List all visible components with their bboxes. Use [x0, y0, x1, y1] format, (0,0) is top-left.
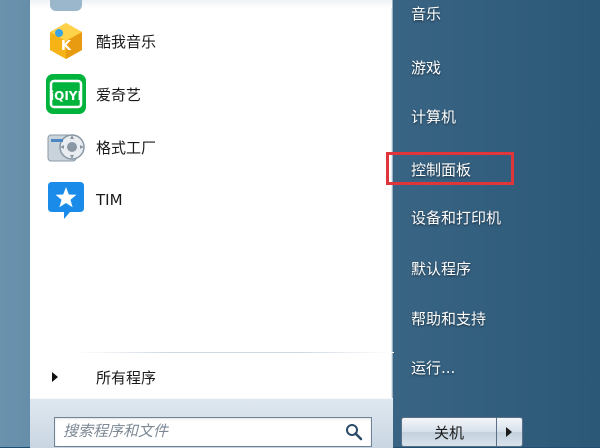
menu-item-label: 默认程序	[411, 259, 472, 278]
program-label: 酷我音乐	[96, 32, 157, 51]
menu-item-help-support[interactable]: 帮助和支持	[400, 302, 600, 334]
control-panel-highlight-box	[386, 152, 514, 185]
all-programs-label: 所有程序	[96, 368, 157, 387]
arrow-right-icon	[506, 427, 512, 437]
program-label: 爱奇艺	[96, 85, 142, 104]
program-label: 格式工厂	[96, 138, 157, 157]
pane-divider	[74, 352, 394, 353]
svg-text:K: K	[61, 39, 72, 54]
menu-item-label: 音乐	[411, 4, 442, 23]
menu-item-computer[interactable]: 计算机	[400, 100, 600, 132]
menu-item-label: 运行...	[411, 358, 456, 377]
search-icon[interactable]	[345, 423, 363, 441]
iqiyi-icon: iQIYI	[46, 74, 86, 114]
program-item-iqiyi[interactable]: iQIYI 爱奇艺	[44, 69, 374, 119]
program-item-kuwo[interactable]: K 酷我音乐	[44, 16, 374, 66]
menu-item-default-programs[interactable]: 默认程序	[400, 252, 600, 284]
menu-item-run[interactable]: 运行...	[400, 351, 600, 383]
menu-item-label: 设备和打印机	[411, 208, 502, 227]
search-area	[30, 398, 393, 448]
menu-item-music[interactable]: 音乐	[400, 0, 600, 29]
program-item-format-factory[interactable]: 格式工厂	[44, 122, 374, 172]
app-icon	[50, 0, 82, 11]
tim-icon	[48, 182, 84, 219]
kuwo-music-icon: K	[50, 23, 82, 59]
search-box[interactable]	[54, 417, 372, 447]
shutdown-options-button[interactable]	[497, 417, 523, 447]
program-item-tim[interactable]: TIM	[44, 175, 374, 225]
shutdown-button[interactable]: 关机	[401, 417, 497, 447]
menu-item-label: 帮助和支持	[411, 309, 487, 328]
menu-item-games[interactable]: 游戏	[400, 51, 600, 83]
svg-text:iQIYI: iQIYI	[50, 89, 82, 103]
arrow-right-icon	[52, 372, 58, 382]
start-menu: K 酷我音乐 iQIYI 爱奇艺 格式工厂 TIM 所有程序 搜索程序和文件 音…	[0, 0, 600, 448]
all-programs-button[interactable]: 所有程序	[44, 362, 374, 392]
format-factory-icon	[47, 134, 85, 162]
menu-item-label: 游戏	[411, 58, 442, 77]
menu-item-devices-printers[interactable]: 设备和打印机	[400, 201, 600, 233]
shutdown-group: 关机	[401, 417, 526, 447]
search-input[interactable]	[63, 421, 333, 441]
menu-item-label: 计算机	[411, 107, 457, 126]
programs-pane: K 酷我音乐 iQIYI 爱奇艺 格式工厂 TIM 所有程序	[30, 0, 394, 398]
program-label: TIM	[96, 191, 123, 209]
